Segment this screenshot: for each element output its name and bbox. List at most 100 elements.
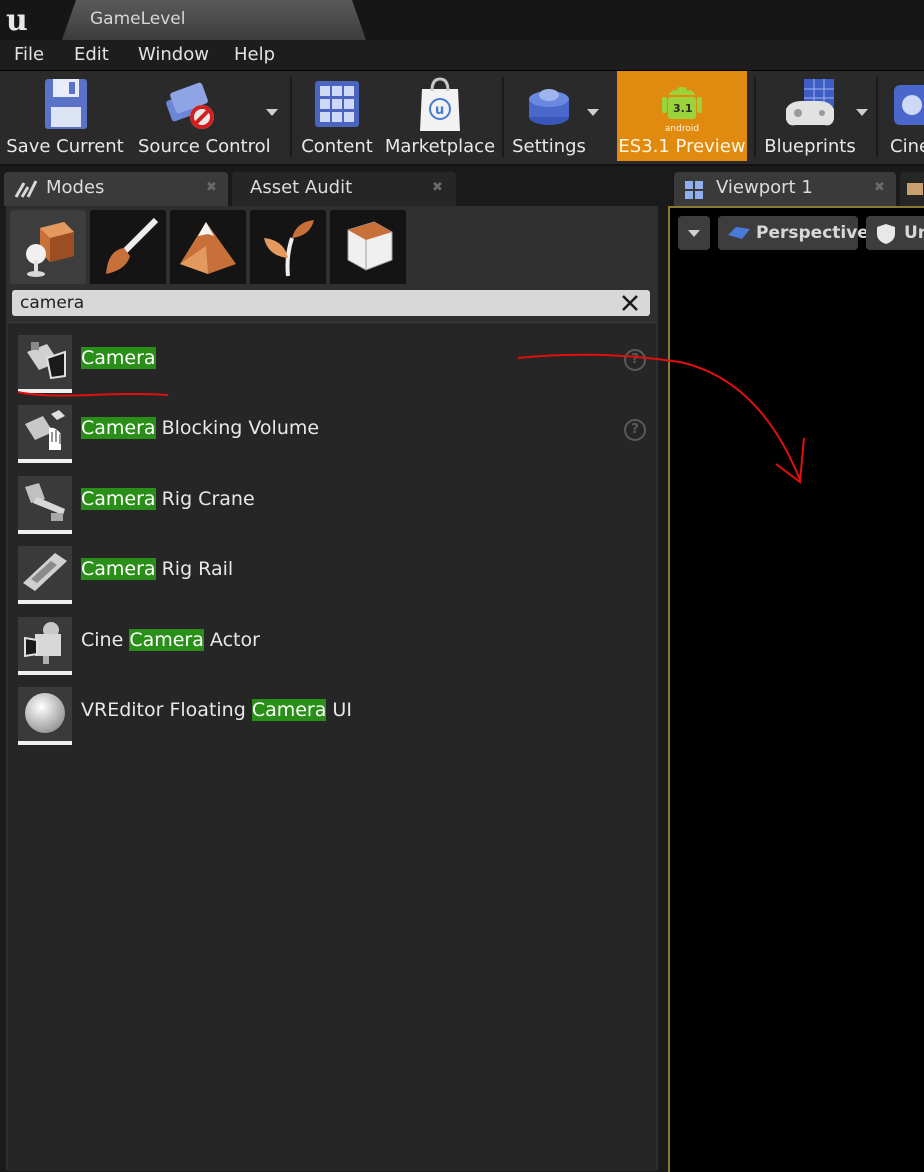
content-button[interactable]: Content — [298, 71, 376, 161]
chevron-down-icon — [688, 230, 700, 237]
list-item-label: Camera — [81, 347, 156, 369]
search-input[interactable] — [20, 290, 610, 316]
close-icon[interactable]: ✖ — [206, 180, 217, 195]
mode-tab-geometry[interactable] — [330, 210, 406, 284]
menu-help[interactable]: Help — [234, 44, 275, 65]
tab-viewport-label: Viewport 1 — [716, 177, 813, 198]
title-bar: u GameLevel — [0, 0, 924, 40]
save-current-label: Save Current — [6, 136, 124, 157]
viewport-options-button[interactable] — [678, 216, 710, 250]
list-item-label: VREditor Floating Camera UI — [81, 699, 352, 721]
marketplace-label: Marketplace — [384, 136, 496, 157]
tab-asset-audit-label: Asset Audit — [250, 177, 353, 198]
help-icon[interactable]: ? — [624, 419, 646, 441]
cinematics-label: Cine — [890, 136, 924, 157]
menu-bar: File Edit Window Help — [0, 40, 924, 71]
lit-mode-label: Un — [904, 223, 924, 243]
tab-modes[interactable]: Modes ✖ — [4, 172, 228, 206]
search-results-list: Camera ? Camera Blocking Volume ? Camera… — [8, 322, 656, 1171]
list-item[interactable]: Camera Rig Crane — [8, 464, 656, 534]
main-toolbar: Save Current Source Control Content u Ma… — [0, 71, 924, 166]
tab-asset-audit[interactable]: Asset Audit ✖ — [232, 172, 456, 206]
list-item-label: Camera Rig Crane — [81, 488, 255, 510]
toolbar-separator — [876, 77, 878, 157]
perspective-icon — [728, 227, 750, 239]
content-icon — [315, 81, 359, 127]
mode-tab-paint[interactable] — [90, 210, 166, 284]
content-label: Content — [301, 136, 373, 157]
es31-badge: 3.1 — [673, 102, 693, 115]
marketplace-icon: u — [420, 77, 460, 131]
list-item-label: Camera Blocking Volume — [81, 417, 320, 439]
level-tab-label: GameLevel — [90, 9, 186, 29]
geometry-icon — [347, 221, 393, 271]
svg-text:u: u — [6, 3, 28, 36]
unreal-logo-icon[interactable]: u — [4, 2, 38, 36]
viewport-icon — [685, 181, 703, 199]
es31-preview-button[interactable]: 3.1 android ES3.1 Preview — [617, 71, 747, 161]
list-item-label: Cine Camera Actor — [81, 629, 260, 651]
android-icon: 3.1 android — [662, 87, 702, 133]
blueprints-button[interactable]: Blueprints — [760, 71, 860, 161]
android-wordmark: android — [665, 124, 699, 133]
menu-window[interactable]: Window — [138, 44, 209, 65]
source-control-icon — [166, 82, 214, 129]
toolbar-separator — [290, 77, 292, 157]
source-control-button[interactable]: Source Control — [132, 71, 271, 161]
blueprints-dropdown-icon[interactable] — [856, 109, 868, 116]
list-item[interactable]: Camera Rig Rail — [8, 534, 656, 604]
level-tab[interactable]: GameLevel — [62, 0, 366, 40]
list-item[interactable]: Camera ? — [8, 323, 656, 393]
perspective-label: Perspective — [756, 223, 869, 243]
lit-mode-button[interactable]: Un — [866, 216, 924, 250]
viewport[interactable]: Perspective Un — [668, 206, 924, 1172]
perspective-button[interactable]: Perspective — [718, 216, 869, 250]
cine-camera-icon — [18, 617, 72, 675]
source-control-dropdown-icon[interactable] — [266, 109, 278, 116]
svg-text:u: u — [435, 103, 444, 118]
place-icon — [26, 222, 74, 277]
viewport-tab-bar: Viewport 1 ✖ — [660, 166, 924, 206]
left-panel-tab-bar: Modes ✖ Asset Audit ✖ — [0, 166, 660, 206]
landscape-icon — [180, 222, 236, 274]
camera-blocking-volume-icon — [18, 405, 72, 463]
settings-button[interactable]: Settings — [508, 71, 590, 161]
tab-viewport-1[interactable]: Viewport 1 ✖ — [674, 172, 896, 206]
toolbar-separator — [754, 77, 756, 157]
mode-tab-foliage[interactable] — [250, 210, 326, 284]
rig-rail-icon — [18, 546, 72, 604]
toolbar-separator — [502, 77, 504, 157]
list-item[interactable]: Camera Blocking Volume ? — [8, 393, 656, 463]
tab-partial[interactable] — [900, 172, 924, 206]
shield-icon — [877, 224, 895, 244]
mode-tab-landscape[interactable] — [170, 210, 246, 284]
es31-preview-label: ES3.1 Preview — [618, 136, 746, 157]
settings-label: Settings — [512, 136, 586, 157]
list-item[interactable]: Cine Camera Actor — [8, 605, 656, 675]
blueprints-label: Blueprints — [764, 136, 856, 157]
list-item[interactable]: VREditor Floating Camera UI — [8, 675, 656, 745]
settings-icon — [529, 89, 569, 125]
marketplace-button[interactable]: u Marketplace — [384, 71, 496, 161]
close-icon[interactable]: ✖ — [874, 180, 885, 195]
save-icon — [45, 79, 87, 129]
tab-modes-label: Modes — [46, 177, 105, 198]
rig-crane-icon — [18, 476, 72, 534]
cinematics-button[interactable]: Cine — [884, 71, 924, 161]
help-icon[interactable]: ? — [624, 349, 646, 371]
settings-dropdown-icon[interactable] — [587, 109, 599, 116]
menu-edit[interactable]: Edit — [74, 44, 109, 65]
close-icon[interactable]: ✖ — [432, 180, 443, 195]
menu-file[interactable]: File — [14, 44, 44, 65]
source-control-label: Source Control — [138, 136, 271, 157]
modes-icon — [14, 180, 38, 198]
camera-icon — [18, 335, 72, 393]
blueprints-icon — [786, 79, 834, 126]
cinematics-icon — [894, 85, 924, 125]
save-current-button[interactable]: Save Current — [6, 71, 124, 161]
modes-panel: Camera ? Camera Blocking Volume ? — [6, 206, 658, 1171]
clear-search-icon[interactable] — [620, 293, 640, 313]
mode-tab-place[interactable] — [10, 210, 86, 284]
sphere-icon — [18, 687, 72, 745]
list-item-label: Camera Rig Rail — [81, 558, 234, 580]
